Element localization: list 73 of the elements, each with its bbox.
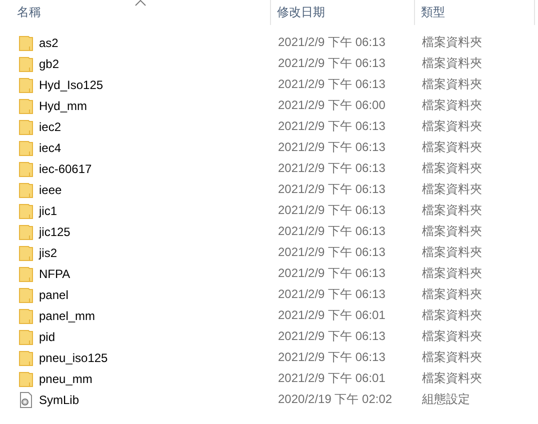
folder-icon [18, 76, 34, 92]
folder-icon [18, 370, 34, 386]
modified-date: 2021/2/9 下午 06:13 [277, 118, 386, 135]
modified-date: 2021/2/9 下午 06:00 [277, 97, 386, 114]
file-name[interactable]: iec-60617 [39, 162, 92, 176]
modified-date: 2020/2/19 下午 02:02 [277, 391, 394, 408]
folder-icon [18, 160, 34, 176]
folder-icon [18, 202, 34, 218]
modified-date: 2021/2/9 下午 06:13 [277, 181, 386, 198]
file-type: 檔案資料夾 [421, 244, 482, 261]
file-name[interactable]: gb2 [39, 56, 60, 70]
file-type: 檔案資料夾 [421, 349, 482, 366]
file-name[interactable]: iec2 [39, 120, 62, 134]
folder-icon [18, 140, 34, 156]
modified-date: 2021/2/9 下午 06:01 [277, 307, 386, 324]
file-type: 檔案資料夾 [421, 265, 482, 282]
folder-icon [18, 182, 34, 198]
folder-icon [18, 328, 34, 344]
file-type: 檔案資料夾 [421, 370, 482, 387]
settings-file-icon [18, 392, 34, 408]
modified-date: 2021/2/9 下午 06:13 [277, 265, 386, 282]
modified-date: 2021/2/9 下午 06:13 [277, 34, 386, 51]
file-type: 檔案資料夾 [421, 181, 482, 198]
file-type: 檔案資料夾 [421, 328, 482, 345]
modified-date: 2021/2/9 下午 06:13 [277, 202, 386, 219]
sort-caret-icon [135, 0, 146, 6]
folder-icon [18, 350, 34, 366]
file-name[interactable]: Hyd_Iso125 [39, 78, 104, 92]
file-type: 檔案資料夾 [421, 76, 482, 93]
file-name[interactable]: panel [39, 288, 68, 302]
modified-date: 2021/2/9 下午 06:13 [277, 76, 386, 93]
folder-icon [18, 244, 34, 260]
file-type: 檔案資料夾 [421, 286, 482, 303]
file-type: 檔案資料夾 [421, 139, 482, 156]
folder-icon [18, 308, 34, 324]
folder-icon [18, 98, 34, 114]
file-type: 檔案資料夾 [421, 55, 482, 72]
modified-date: 2021/2/9 下午 06:13 [277, 349, 386, 366]
file-type: 檔案資料夾 [421, 97, 482, 114]
modified-date: 2021/2/9 下午 06:01 [277, 370, 386, 387]
file-name[interactable]: jic1 [39, 204, 58, 218]
file-name[interactable]: pneu_iso125 [39, 350, 108, 364]
file-type: 組態設定 [421, 391, 470, 408]
folder-icon [18, 286, 34, 302]
file-name[interactable]: as2 [39, 36, 58, 50]
file-name[interactable]: panel_mm [39, 308, 96, 322]
file-type: 檔案資料夾 [421, 160, 482, 177]
folder-icon [18, 118, 34, 134]
file-type: 檔案資料夾 [421, 307, 482, 324]
modified-date: 2021/2/9 下午 06:13 [277, 55, 386, 72]
modified-date: 2021/2/9 下午 06:13 [277, 286, 386, 303]
file-type: 檔案資料夾 [421, 223, 482, 240]
file-name[interactable]: jis2 [39, 246, 58, 260]
modified-date: 2021/2/9 下午 06:13 [277, 160, 386, 177]
modified-date: 2021/2/9 下午 06:13 [277, 139, 386, 156]
file-name[interactable]: SymLib [39, 392, 80, 406]
modified-date: 2021/2/9 下午 06:13 [277, 223, 386, 240]
modified-date: 2021/2/9 下午 06:13 [277, 244, 386, 261]
file-name[interactable]: pid [39, 330, 56, 344]
file-name[interactable]: pneu_mm [39, 372, 92, 386]
file-name[interactable]: iec4 [39, 140, 62, 154]
file-type: 檔案資料夾 [421, 202, 482, 219]
modified-date: 2021/2/9 下午 06:13 [277, 328, 386, 345]
file-name[interactable]: jic125 [39, 224, 70, 238]
file-name[interactable]: Hyd_mm [39, 98, 88, 112]
folder-icon [18, 56, 34, 72]
file-type: 檔案資料夾 [421, 34, 482, 51]
file-name[interactable]: ieee [39, 182, 62, 196]
file-name[interactable]: NFPA [39, 266, 70, 280]
folder-icon [18, 34, 34, 50]
folder-icon [18, 266, 34, 282]
folder-icon [18, 224, 34, 240]
file-type: 檔案資料夾 [421, 118, 482, 135]
